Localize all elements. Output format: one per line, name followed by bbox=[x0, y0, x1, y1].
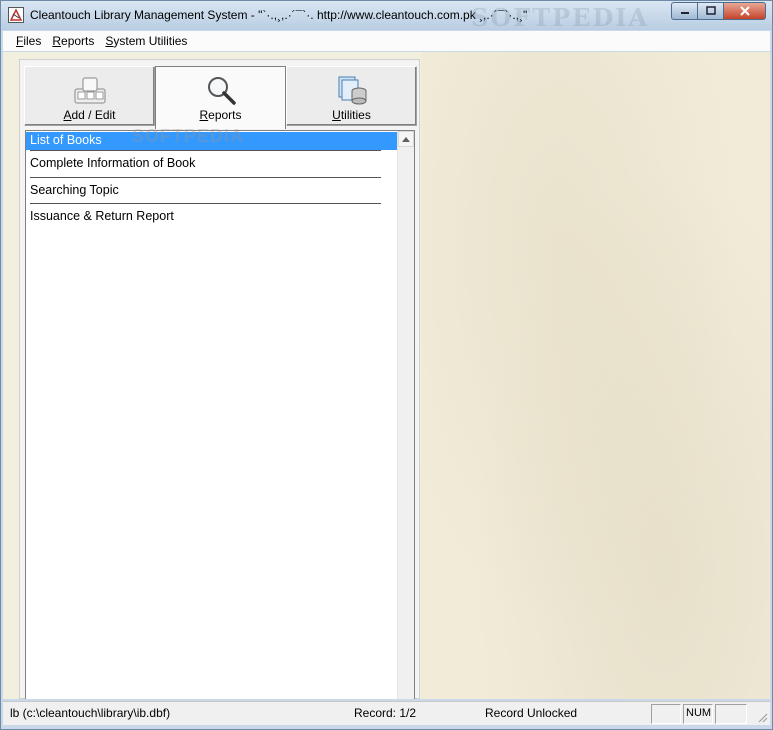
status-bar: lb (c:\cleantouch\library\ib.dbf) Record… bbox=[3, 701, 770, 725]
status-panel-caps bbox=[651, 704, 681, 724]
status-record: Record: 1/2 bbox=[354, 706, 417, 720]
keyboard-icon bbox=[74, 77, 105, 104]
resize-grip-icon[interactable] bbox=[756, 711, 768, 723]
status-file: lb (c:\cleantouch\library\ib.dbf) bbox=[10, 706, 171, 720]
tab-add-edit[interactable]: Add / Edit bbox=[24, 66, 155, 126]
database-icon bbox=[338, 76, 366, 105]
tab-utilities[interactable]: Utilities bbox=[286, 66, 417, 126]
tab-bar: Add / Edit Reports Utilities bbox=[24, 66, 417, 129]
menu-system-utilities-label: ystem Utilities bbox=[113, 34, 188, 48]
title-watermark: SOFTPEDIA bbox=[471, 3, 650, 32]
menu-files-label: iles bbox=[23, 34, 42, 48]
menu-reports-label: eports bbox=[61, 34, 95, 48]
app-window: Cleantouch Library Management System - "… bbox=[0, 0, 773, 730]
title-bar[interactable]: Cleantouch Library Management System - "… bbox=[1, 1, 772, 32]
list-item-label: Issuance & Return Report bbox=[30, 209, 174, 223]
tab-utilities-label: Utilities bbox=[332, 108, 371, 122]
close-icon bbox=[739, 6, 750, 16]
list-item-label: Complete Information of Book bbox=[30, 156, 196, 170]
scroll-up-button[interactable] bbox=[398, 131, 414, 147]
report-listbox[interactable]: List of Books Complete Information of Bo… bbox=[25, 130, 415, 699]
menu-bar: Files Reports System Utilities bbox=[3, 31, 770, 51]
tab-reports-label: Reports bbox=[199, 108, 242, 122]
maximize-icon bbox=[705, 6, 716, 15]
status-lock: Record Unlocked bbox=[485, 706, 578, 720]
list-item-searching-topic[interactable]: Searching Topic bbox=[26, 178, 397, 204]
list-item-issuance-return[interactable]: Issuance & Return Report bbox=[26, 204, 397, 230]
app-icon[interactable] bbox=[8, 7, 24, 23]
watermark-overlay: SOFTPEDIA bbox=[132, 126, 245, 146]
window-title: Cleantouch Library Management System - "… bbox=[30, 8, 528, 22]
menu-files[interactable]: Files bbox=[11, 34, 47, 48]
client-area: Add / Edit Reports Utilities List of Boo… bbox=[3, 52, 770, 699]
menu-system-utilities[interactable]: System Utilities bbox=[100, 34, 193, 48]
background-image bbox=[421, 52, 770, 699]
menu-reports[interactable]: Reports bbox=[47, 34, 100, 48]
maximize-button[interactable] bbox=[697, 2, 723, 20]
status-panel-scroll bbox=[715, 704, 747, 724]
chevron-up-icon bbox=[402, 136, 410, 142]
window-controls bbox=[671, 2, 766, 20]
status-num: NUM bbox=[686, 707, 712, 719]
list-item-label: Searching Topic bbox=[30, 183, 119, 197]
navigation-panel: Add / Edit Reports Utilities List of Boo… bbox=[19, 59, 420, 699]
minimize-button[interactable] bbox=[671, 2, 697, 20]
minimize-icon bbox=[680, 12, 689, 14]
separator bbox=[30, 150, 381, 151]
tab-reports[interactable]: Reports bbox=[155, 66, 286, 129]
report-list: List of Books Complete Information of Bo… bbox=[26, 131, 397, 699]
list-item-label: List of Books bbox=[30, 133, 102, 147]
list-scrollbar[interactable] bbox=[397, 131, 414, 699]
list-item-complete-information[interactable]: Complete Information of Book bbox=[26, 150, 397, 178]
close-button[interactable] bbox=[723, 2, 766, 20]
magnifier-icon bbox=[207, 77, 236, 105]
menu-reports-mnemonic: R bbox=[52, 34, 62, 48]
tab-add-edit-label: Add / Edit bbox=[63, 108, 116, 122]
